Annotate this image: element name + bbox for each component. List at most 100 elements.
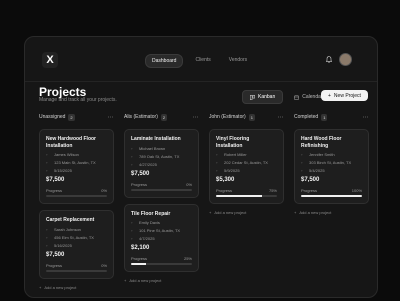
card-date: 5/15/2025 bbox=[54, 168, 72, 173]
card-client: Emily Davis bbox=[139, 220, 160, 225]
progress-label: Progress bbox=[131, 181, 148, 187]
location-icon: ◦ bbox=[216, 160, 218, 165]
new-project-button[interactable]: + New Project bbox=[321, 90, 368, 101]
avatar[interactable] bbox=[339, 53, 352, 66]
project-card[interactable]: Hard Wood Floor Refinishing ◦ Jennifer Sm… bbox=[294, 129, 369, 204]
calendar-icon: ◦ bbox=[216, 168, 218, 173]
plus-icon: + bbox=[209, 210, 212, 215]
progress-bar bbox=[46, 195, 107, 197]
card-title: Vinyl Flooring Installation bbox=[216, 136, 250, 149]
plus-icon: + bbox=[294, 210, 297, 215]
nav-clients[interactable]: Clients bbox=[189, 54, 216, 68]
nav-vendors[interactable]: Vendors bbox=[223, 54, 253, 68]
new-project-label: New Project bbox=[333, 92, 361, 99]
user-icon: ◦ bbox=[131, 220, 133, 225]
add-project-button[interactable]: + Add a new project bbox=[39, 285, 114, 290]
card-price: $7,500 bbox=[301, 177, 320, 183]
progress-percent: 25% bbox=[183, 256, 192, 261]
column-title: John (Estimator) bbox=[209, 114, 246, 120]
column-alis-estimator: Alis (Estimator) 2 ⋯ Laminate Installati… bbox=[124, 111, 199, 290]
add-project-button[interactable]: + Add a new project bbox=[294, 210, 369, 215]
column-unassigned: Unassigned 2 ⋯ New Hardwood Floor Instal… bbox=[39, 111, 114, 290]
progress-percent: 75% bbox=[268, 188, 277, 193]
plus-icon: + bbox=[39, 284, 42, 290]
card-title: Laminate Installation bbox=[131, 136, 181, 142]
more-icon[interactable]: ⋯ bbox=[363, 114, 370, 121]
kanban-icon bbox=[250, 94, 255, 100]
column-count: 1 bbox=[248, 113, 255, 121]
progress-bar bbox=[131, 263, 192, 265]
more-icon[interactable]: ⋯ bbox=[108, 114, 115, 121]
card-title: Hard Wood Floor Refinishing bbox=[301, 136, 342, 149]
column-header: Unassigned 2 ⋯ bbox=[39, 111, 114, 123]
calendar-icon: ◦ bbox=[131, 236, 133, 241]
progress-percent: 0% bbox=[101, 188, 107, 193]
kanban-board: Unassigned 2 ⋯ New Hardwood Floor Instal… bbox=[39, 111, 369, 290]
user-icon: ◦ bbox=[46, 226, 48, 232]
progress-percent: 0% bbox=[186, 181, 192, 187]
add-project-label: Add a new project bbox=[129, 278, 162, 283]
card-address: 123 Main St, Austin, TX bbox=[54, 160, 96, 165]
progress-label: Progress bbox=[131, 256, 148, 261]
more-icon[interactable]: ⋯ bbox=[193, 114, 200, 121]
user-icon: ◦ bbox=[216, 152, 218, 157]
progress-label: Progress bbox=[301, 188, 318, 193]
card-title: Carpet Replacement bbox=[46, 217, 95, 223]
progress-bar bbox=[131, 188, 192, 191]
calendar-icon: ◦ bbox=[46, 242, 48, 248]
progress-percent: 100% bbox=[351, 188, 362, 193]
calendar-label: Calendar bbox=[302, 94, 323, 100]
project-card[interactable]: Carpet Replacement ◦ Sarah Johnson ◦ 456 E… bbox=[39, 210, 114, 279]
project-card[interactable]: Vinyl Flooring Installation ◦ Robert Mill… bbox=[209, 129, 284, 204]
location-icon: ◦ bbox=[46, 160, 48, 165]
card-title: Tile Floor Repair bbox=[131, 210, 171, 217]
add-project-label: Add a new project bbox=[214, 210, 247, 215]
card-price: $7,500 bbox=[46, 251, 65, 258]
card-title: New Hardwood Floor Installation bbox=[46, 136, 96, 149]
add-project-button[interactable]: + Add a new project bbox=[124, 278, 199, 283]
column-header: Completed 1 ⋯ bbox=[294, 111, 369, 123]
progress-percent: 0% bbox=[101, 262, 107, 268]
add-project-button[interactable]: + Add a new project bbox=[209, 210, 284, 215]
column-title: Completed bbox=[294, 114, 319, 120]
card-address: 303 Birch St, Austin, TX bbox=[309, 160, 352, 165]
logo: X bbox=[42, 52, 58, 68]
project-card[interactable]: Laminate Installation ◦ Michael Brown ◦ 78… bbox=[124, 129, 199, 198]
progress-label: Progress bbox=[46, 188, 63, 193]
app-window: X Dashboard Clients Vendors Projects Man… bbox=[24, 36, 378, 298]
location-icon: ◦ bbox=[131, 153, 133, 159]
card-price: $7,500 bbox=[46, 177, 65, 183]
more-icon[interactable]: ⋯ bbox=[278, 114, 285, 121]
card-client: Sarah Johnson bbox=[54, 226, 81, 232]
card-client: Michael Brown bbox=[139, 145, 166, 151]
location-icon: ◦ bbox=[301, 160, 303, 165]
nav-dashboard[interactable]: Dashboard bbox=[145, 54, 184, 68]
location-icon: ◦ bbox=[46, 234, 48, 240]
card-client: James Wilson bbox=[54, 152, 79, 157]
location-icon: ◦ bbox=[131, 228, 133, 233]
progress-bar bbox=[301, 195, 362, 197]
bell-icon[interactable] bbox=[326, 56, 332, 63]
column-john-estimator: John (Estimator) 1 ⋯ Vinyl Flooring Inst… bbox=[209, 111, 284, 290]
column-completed: Completed 1 ⋯ Hard Wood Floor Refinishin… bbox=[294, 111, 369, 290]
card-client: Jennifer Smith bbox=[309, 152, 335, 157]
column-title: Alis (Estimator) bbox=[124, 114, 158, 120]
column-title: Unassigned bbox=[39, 114, 66, 120]
add-project-label: Add a new project bbox=[44, 284, 77, 290]
calendar-icon: ◦ bbox=[301, 168, 303, 173]
column-count: 1 bbox=[321, 113, 328, 121]
page-subtitle: Manage and track all your projects. bbox=[39, 97, 117, 103]
progress-bar bbox=[46, 269, 107, 272]
project-card[interactable]: Tile Floor Repair ◦ Emily Davis ◦ 101 Pine… bbox=[124, 203, 199, 272]
project-card[interactable]: New Hardwood Floor Installation ◦ James W… bbox=[39, 129, 114, 204]
card-date: 4/7/2025 bbox=[139, 236, 155, 241]
card-client: Robert Miller bbox=[224, 152, 247, 157]
card-price: $7,500 bbox=[131, 170, 150, 177]
kanban-toggle[interactable]: Kanban bbox=[242, 90, 284, 104]
calendar-icon: ◦ bbox=[131, 161, 133, 167]
top-navigation: X Dashboard Clients Vendors bbox=[25, 37, 377, 82]
card-address: 456 Elm St, Austin, TX bbox=[54, 234, 94, 240]
progress-label: Progress bbox=[216, 188, 233, 193]
plus-icon: + bbox=[328, 92, 331, 99]
user-icon: ◦ bbox=[301, 152, 303, 157]
